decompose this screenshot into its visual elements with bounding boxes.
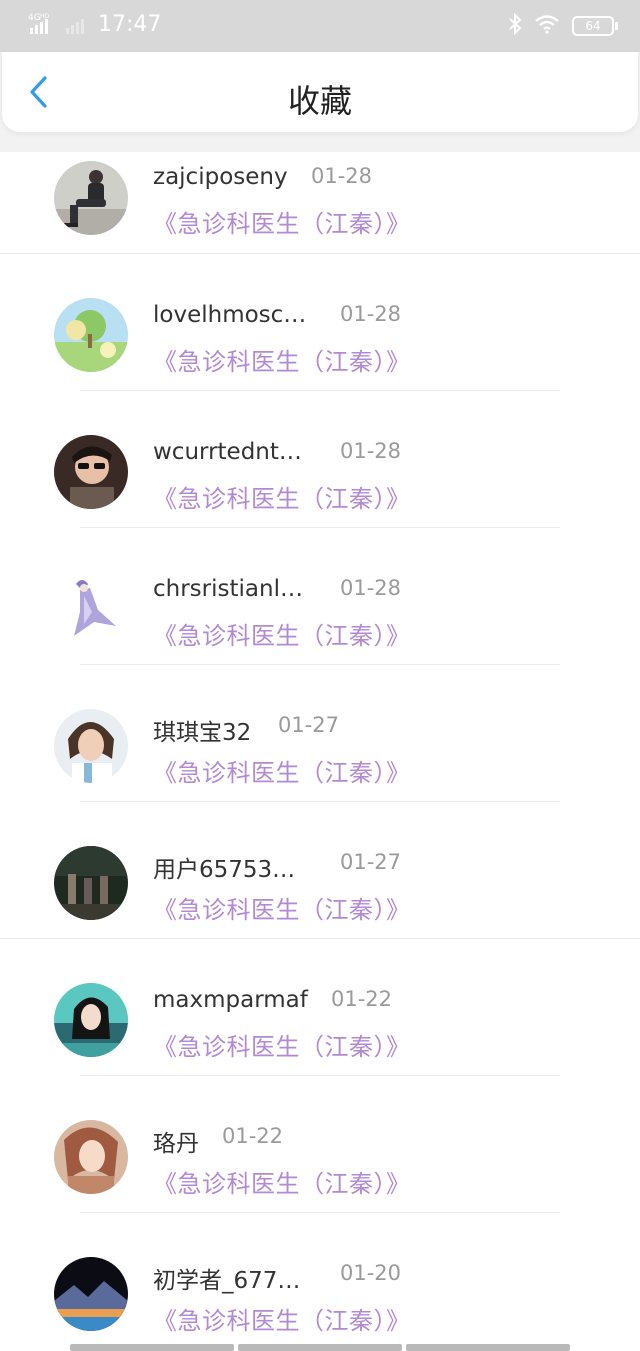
user-name: chrsristianl… [153, 576, 303, 602]
battery-icon: 64 [572, 16, 618, 36]
book-title[interactable]: 《急诊科医生（江秦）》 [153, 753, 411, 788]
list-item[interactable]: chrsristianl… 01-28 《急诊科医生（江秦）》 [0, 528, 640, 665]
svg-text:4G: 4G [28, 13, 41, 23]
date: 01-28 [340, 576, 402, 600]
list-item[interactable]: wcurrtednt… 01-28 《急诊科医生（江秦）》 [0, 391, 640, 528]
list-item[interactable]: 用户65753… 01-27 《急诊科医生（江秦）》 [0, 802, 640, 939]
avatar[interactable] [54, 1257, 128, 1331]
user-name: 初学者_677… [153, 1268, 301, 1294]
date: 01-27 [278, 713, 340, 737]
avatar[interactable] [54, 1120, 128, 1194]
avatar[interactable] [54, 846, 128, 920]
signal-icon: 4G HD [28, 12, 88, 40]
avatar[interactable] [54, 709, 128, 783]
date: 01-28 [311, 164, 373, 188]
wifi-icon [534, 14, 560, 38]
status-time: 17:47 [98, 12, 162, 37]
avatar[interactable] [54, 983, 128, 1057]
date: 01-28 [340, 302, 402, 326]
avatar[interactable] [54, 435, 128, 509]
book-title[interactable]: 《急诊科医生（江秦）》 [153, 1164, 411, 1199]
user-name: 珞丹 [153, 1131, 199, 1157]
svg-text:HD: HD [40, 13, 50, 20]
user-name: lovelhmosc… [153, 302, 307, 328]
date: 01-28 [340, 439, 402, 463]
avatar[interactable] [54, 572, 128, 646]
book-title[interactable]: 《急诊科医生（江秦）》 [153, 1301, 411, 1336]
bluetooth-icon [508, 12, 522, 39]
avatar[interactable] [54, 161, 128, 235]
status-bar: 4G HD 17:47 64 [0, 0, 640, 52]
list-item[interactable]: maxmparmaf 01-22 《急诊科医生（江秦）》 [0, 939, 640, 1076]
book-title[interactable]: 《急诊科医生（江秦）》 [153, 616, 411, 651]
book-title[interactable]: 《急诊科医生（江秦）》 [153, 342, 411, 377]
nav-header: 收藏 [2, 52, 638, 132]
avatar[interactable] [54, 298, 128, 372]
page-title: 收藏 [287, 82, 352, 120]
favorites-list: zajciposeny 01-28 《急诊科医生（江秦）》 lovelhmosc… [0, 150, 640, 1350]
book-title[interactable]: 《急诊科医生（江秦）》 [153, 890, 411, 925]
user-name: maxmparmaf [153, 987, 308, 1013]
book-title[interactable]: 《急诊科医生（江秦）》 [153, 479, 411, 514]
user-name: 琪琪宝32 [153, 720, 252, 746]
list-item[interactable]: 初学者_677… 01-20 《急诊科医生（江秦）》 [0, 1213, 640, 1350]
list-item[interactable]: zajciposeny 01-28 《急诊科医生（江秦）》 [0, 150, 640, 254]
date: 01-27 [340, 850, 402, 874]
date: 01-22 [331, 987, 393, 1011]
date: 01-20 [340, 1261, 402, 1285]
user-name: wcurrtednt… [153, 439, 302, 465]
date: 01-22 [222, 1124, 284, 1148]
list-item[interactable]: lovelhmosc… 01-28 《急诊科医生（江秦）》 [0, 254, 640, 391]
home-indicator [70, 1344, 570, 1351]
user-name: zajciposeny [153, 164, 288, 190]
book-title[interactable]: 《急诊科医生（江秦）》 [153, 204, 411, 239]
list-item[interactable]: 珞丹 01-22 《急诊科医生（江秦）》 [0, 1076, 640, 1213]
book-title[interactable]: 《急诊科医生（江秦）》 [153, 1027, 411, 1062]
list-item[interactable]: 琪琪宝32 01-27 《急诊科医生（江秦）》 [0, 665, 640, 802]
user-name: 用户65753… [153, 857, 296, 883]
